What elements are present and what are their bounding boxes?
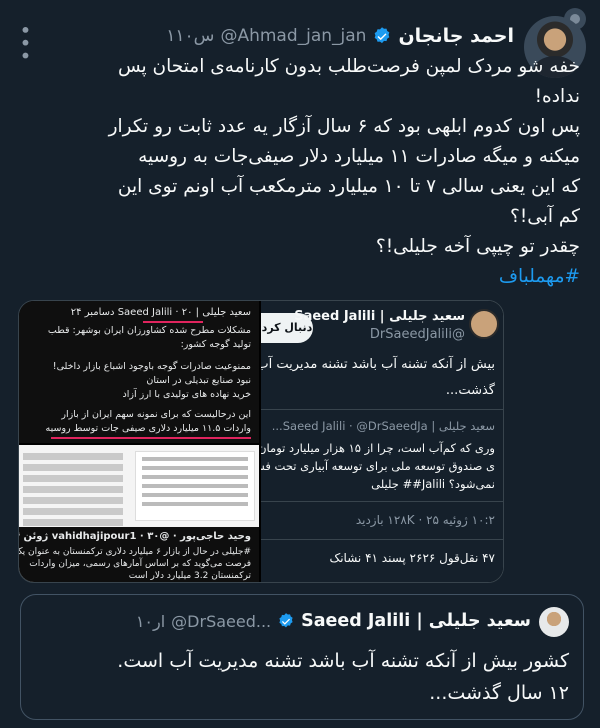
embedded-quoted-line: ی صندوق توسعه ملی برای توسعه آبیاری تحت … xyxy=(261,459,495,473)
verified-badge-icon xyxy=(279,613,293,628)
author-name[interactable]: احمد جانجان xyxy=(398,25,514,47)
quoted-handle[interactable]: @DrSaeed... xyxy=(171,612,271,631)
verified-badge-icon xyxy=(375,27,390,44)
media-line: نبود صنایع تبدیلی در استان xyxy=(146,375,251,386)
table-image xyxy=(23,449,123,530)
document-image xyxy=(135,451,255,521)
hashtag-link[interactable]: #مهملباف xyxy=(499,266,580,287)
divider xyxy=(261,501,503,502)
quoted-tweet[interactable]: سعید جلیلی | Saeed Jalili @DrSaeed... ۱۰… xyxy=(20,594,584,720)
tweet-line: کم آبی!؟ xyxy=(510,206,580,227)
tweet-line: چقدر تو چیپی آخه جلیلی!؟ xyxy=(375,236,580,257)
embedded-views: ۱۰:۲ ژوئیه ۲۵ · ۱۲۸K بازدید xyxy=(355,513,495,527)
embedded-handle: @DrSaeedJalili xyxy=(369,327,465,342)
media-line: ممنوعیت صادرات گوجه باوجود اشباع بازار د… xyxy=(52,361,251,372)
underline-mark xyxy=(143,321,203,323)
underline-mark xyxy=(51,437,251,439)
media-header: سعید جلیلی | Saeed Jalili · ۲۰ دسامبر ۲۴ xyxy=(70,307,251,318)
embedded-line: فرصت می‌گوید که بر اساس آمارهای رسمی، می… xyxy=(29,559,251,569)
divider xyxy=(261,539,503,540)
embedded-quoted-line: وری که کم‌آب است، چرا از ۱۵ هزار میلیارد… xyxy=(261,441,495,455)
quoted-line: کشور بیش از آنکه تشنه آب باشد تشنه مدیری… xyxy=(117,650,569,672)
media-line: واردات ۱۱.۵ میلیارد دلاری صیفی جات توسط … xyxy=(45,423,251,434)
quoted-avatar[interactable] xyxy=(539,607,569,637)
media-grid: سعید جلیلی | Saeed Jalili · ۲۰ دسامبر ۲۴… xyxy=(18,300,504,583)
embedded-quoted-line: نمی‌شود؟ Jalili## جلیلی xyxy=(371,477,495,491)
tweet-line: میکنه و میگه صادرات ۱۱ میلیارد دلار صیفی… xyxy=(138,146,580,167)
quoted-author-name[interactable]: سعید جلیلی | Saeed Jalili xyxy=(301,611,531,631)
media-image-3[interactable]: وحید حاجی‌پور · @vahidhajipour1 · ۳۰ ژوئ… xyxy=(19,445,259,582)
embedded-stats: ۴۷ نقل‌قول ۲۶۲۶ پسند ۴۱ نشانک xyxy=(329,551,495,565)
quoted-line: ۱۲ سال گذشت... xyxy=(429,682,569,704)
tweet-line: پس اون کدوم ابلهی بود که ۶ سال آزگار یه … xyxy=(108,116,580,137)
media-line: این درحالیست که برای نمونه سهم ایران از … xyxy=(61,409,251,420)
tweet-header: احمد جانجان @Ahmad_jan_jan ۱۱۰س xyxy=(166,22,514,50)
quoted-time[interactable]: ۱۰ار xyxy=(136,612,165,631)
media-line: خرید نهاده های تولیدی با ارز آزاد xyxy=(122,389,251,400)
media-image-2[interactable]: دنبال کرد سعید جلیلی | Saeed Jalili @DrS… xyxy=(261,301,503,582)
embedded-line: #جلیلی در حال از بازار ۶ میلیارد دلاری ت… xyxy=(19,547,251,557)
tweet-text: خفه شو مردک لمپن فرصت‌طلب بدون کارنامه‌ی… xyxy=(14,52,580,262)
embedded-line: ترکمنستان 3.2 میلیارد دلار است xyxy=(128,571,251,581)
embedded-line: بیش از آنکه تشنه آب باشد تشنه مدیریت آب xyxy=(261,357,495,372)
quoted-text: کشور بیش از آنکه تشنه آب باشد تشنه مدیری… xyxy=(33,645,569,709)
embedded-name: سعید جلیلی | Saeed Jalili xyxy=(294,309,465,324)
embedded-tweet: وحید حاجی‌پور · @vahidhajipour1 · ۳۰ ژوئ… xyxy=(19,527,259,582)
tweet[interactable]: احمد جانجان @Ahmad_jan_jan ۱۱۰س ••• خفه … xyxy=(0,0,600,728)
media-line: مشکلات مطرح شده کشاورزان ایران بوشهر: قط… xyxy=(47,325,251,336)
embedded-quoted-header: سعید جلیلی | Saeed Jalili · @DrSaeedJa..… xyxy=(271,419,495,433)
media-image-1[interactable]: سعید جلیلی | Saeed Jalili · ۲۰ دسامبر ۲۴… xyxy=(19,301,259,443)
tweet-line: نداده! xyxy=(534,86,580,107)
embedded-line: گذشت... xyxy=(445,383,495,398)
tweet-line: که این یعنی سالی ۷ تا ۱۰ میلیارد مترمکعب… xyxy=(117,176,580,197)
divider xyxy=(261,409,503,410)
tweet-line: خفه شو مردک لمپن فرصت‌طلب بدون کارنامه‌ی… xyxy=(117,56,580,77)
quoted-header: سعید جلیلی | Saeed Jalili @DrSaeed... ۱۰… xyxy=(136,611,531,631)
author-handle[interactable]: @Ahmad_jan_jan xyxy=(220,26,366,46)
embedded-author: وحید حاجی‌پور · @vahidhajipour1 · ۳۰ ژوئ… xyxy=(19,531,251,542)
media-line: تولید گوجه کشور: xyxy=(180,339,251,350)
tweet-time[interactable]: ۱۱۰س xyxy=(166,26,214,46)
embedded-avatar xyxy=(469,309,499,339)
